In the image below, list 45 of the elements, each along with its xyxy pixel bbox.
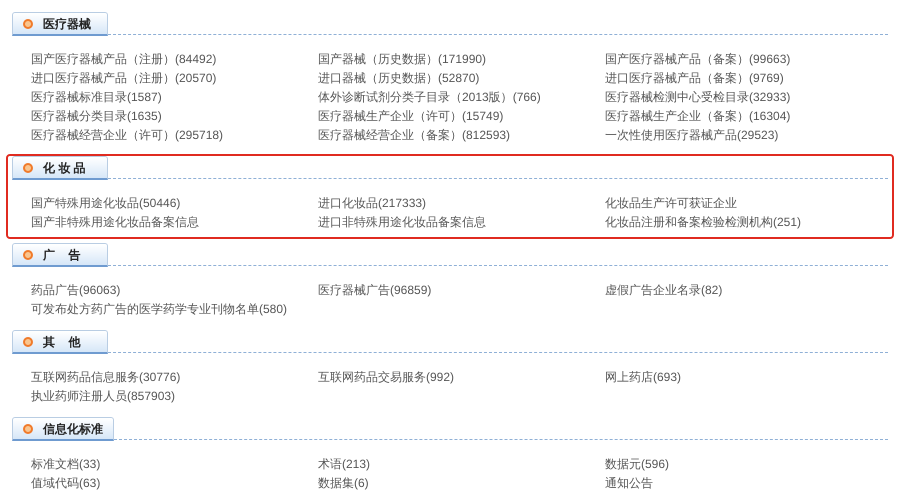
section-title: 信息化标准 xyxy=(43,420,103,438)
category-link[interactable]: 医疗器械生产企业（许可）(15749) xyxy=(318,109,504,123)
category-link[interactable]: 执业药师注册人员(857903) xyxy=(31,389,176,403)
category-link[interactable]: 互联网药品交易服务(992) xyxy=(318,370,454,384)
category-link[interactable]: 虚假广告企业名录(82) xyxy=(605,283,722,297)
section-title: 化 妆 品 xyxy=(43,160,86,176)
category-link[interactable]: 国产医疗器械产品（注册）(84492) xyxy=(31,52,216,66)
bullet-icon xyxy=(23,18,33,28)
category-link[interactable]: 医疗器械广告(96859) xyxy=(318,283,432,297)
category-link[interactable]: 进口医疗器械产品（备案）(9769) xyxy=(605,71,784,85)
category-link[interactable]: 数据元(596) xyxy=(605,457,670,471)
category-link[interactable]: 国产特殊用途化妆品(50446) xyxy=(31,196,180,210)
category-link[interactable]: 药品广告(96063) xyxy=(31,283,120,297)
category-link[interactable]: 化妆品注册和备案检验检测机构(251) xyxy=(605,215,802,229)
bullet-icon xyxy=(23,162,33,172)
category-link[interactable]: 值域代码(63) xyxy=(31,476,100,490)
category-link[interactable]: 国产医疗器械产品（备案）(99663) xyxy=(605,52,790,66)
section-title: 其 他 xyxy=(43,334,80,350)
category-link[interactable]: 一次性使用医疗器械产品(29523) xyxy=(605,128,778,142)
category-link[interactable]: 国产非特殊用途化妆品备案信息 xyxy=(31,215,199,229)
category-link[interactable]: 医疗器械生产企业（备案）(16304) xyxy=(605,109,790,123)
category-link[interactable]: 进口化妆品(217333) xyxy=(318,196,426,210)
category-link[interactable]: 标准文档(33) xyxy=(31,457,100,471)
bullet-icon xyxy=(23,424,33,434)
category-link[interactable]: 医疗器械经营企业（备案）(812593) xyxy=(318,128,510,142)
category-link[interactable]: 化妆品生产许可获证企业 xyxy=(605,196,737,210)
category-link[interactable]: 通知公告 xyxy=(605,476,653,490)
category-link[interactable]: 数据集(6) xyxy=(318,476,369,490)
category-link[interactable]: 医疗器械标准目录(1587) xyxy=(31,90,162,104)
category-link[interactable]: 医疗器械检测中心受检目录(32933) xyxy=(605,90,790,104)
category-link[interactable]: 术语(213) xyxy=(318,457,370,471)
category-link[interactable]: 进口非特殊用途化妆品备案信息 xyxy=(318,215,486,229)
section-title: 广 告 xyxy=(43,246,80,264)
section-title: 医疗器械 xyxy=(43,16,91,32)
category-link[interactable]: 互联网药品信息服务(30776) xyxy=(31,370,180,384)
bullet-icon xyxy=(23,250,33,260)
category-link[interactable]: 可发布处方药广告的医学药学专业刊物名单(580) xyxy=(31,302,288,316)
category-link[interactable]: 体外诊断试剂分类子目录（2013版）(766) xyxy=(318,90,541,104)
bullet-icon xyxy=(23,336,33,346)
category-link[interactable]: 国产器械（历史数据）(171990) xyxy=(318,52,486,66)
category-link[interactable]: 医疗器械经营企业（许可）(295718) xyxy=(31,128,224,142)
category-link[interactable]: 进口医疗器械产品（注册）(20570) xyxy=(31,71,216,85)
category-link[interactable]: 进口器械（历史数据）(52870) xyxy=(318,71,480,85)
category-link[interactable]: 网上药店(693) xyxy=(605,370,682,384)
category-link[interactable]: 医疗器械分类目录(1635) xyxy=(31,109,162,123)
